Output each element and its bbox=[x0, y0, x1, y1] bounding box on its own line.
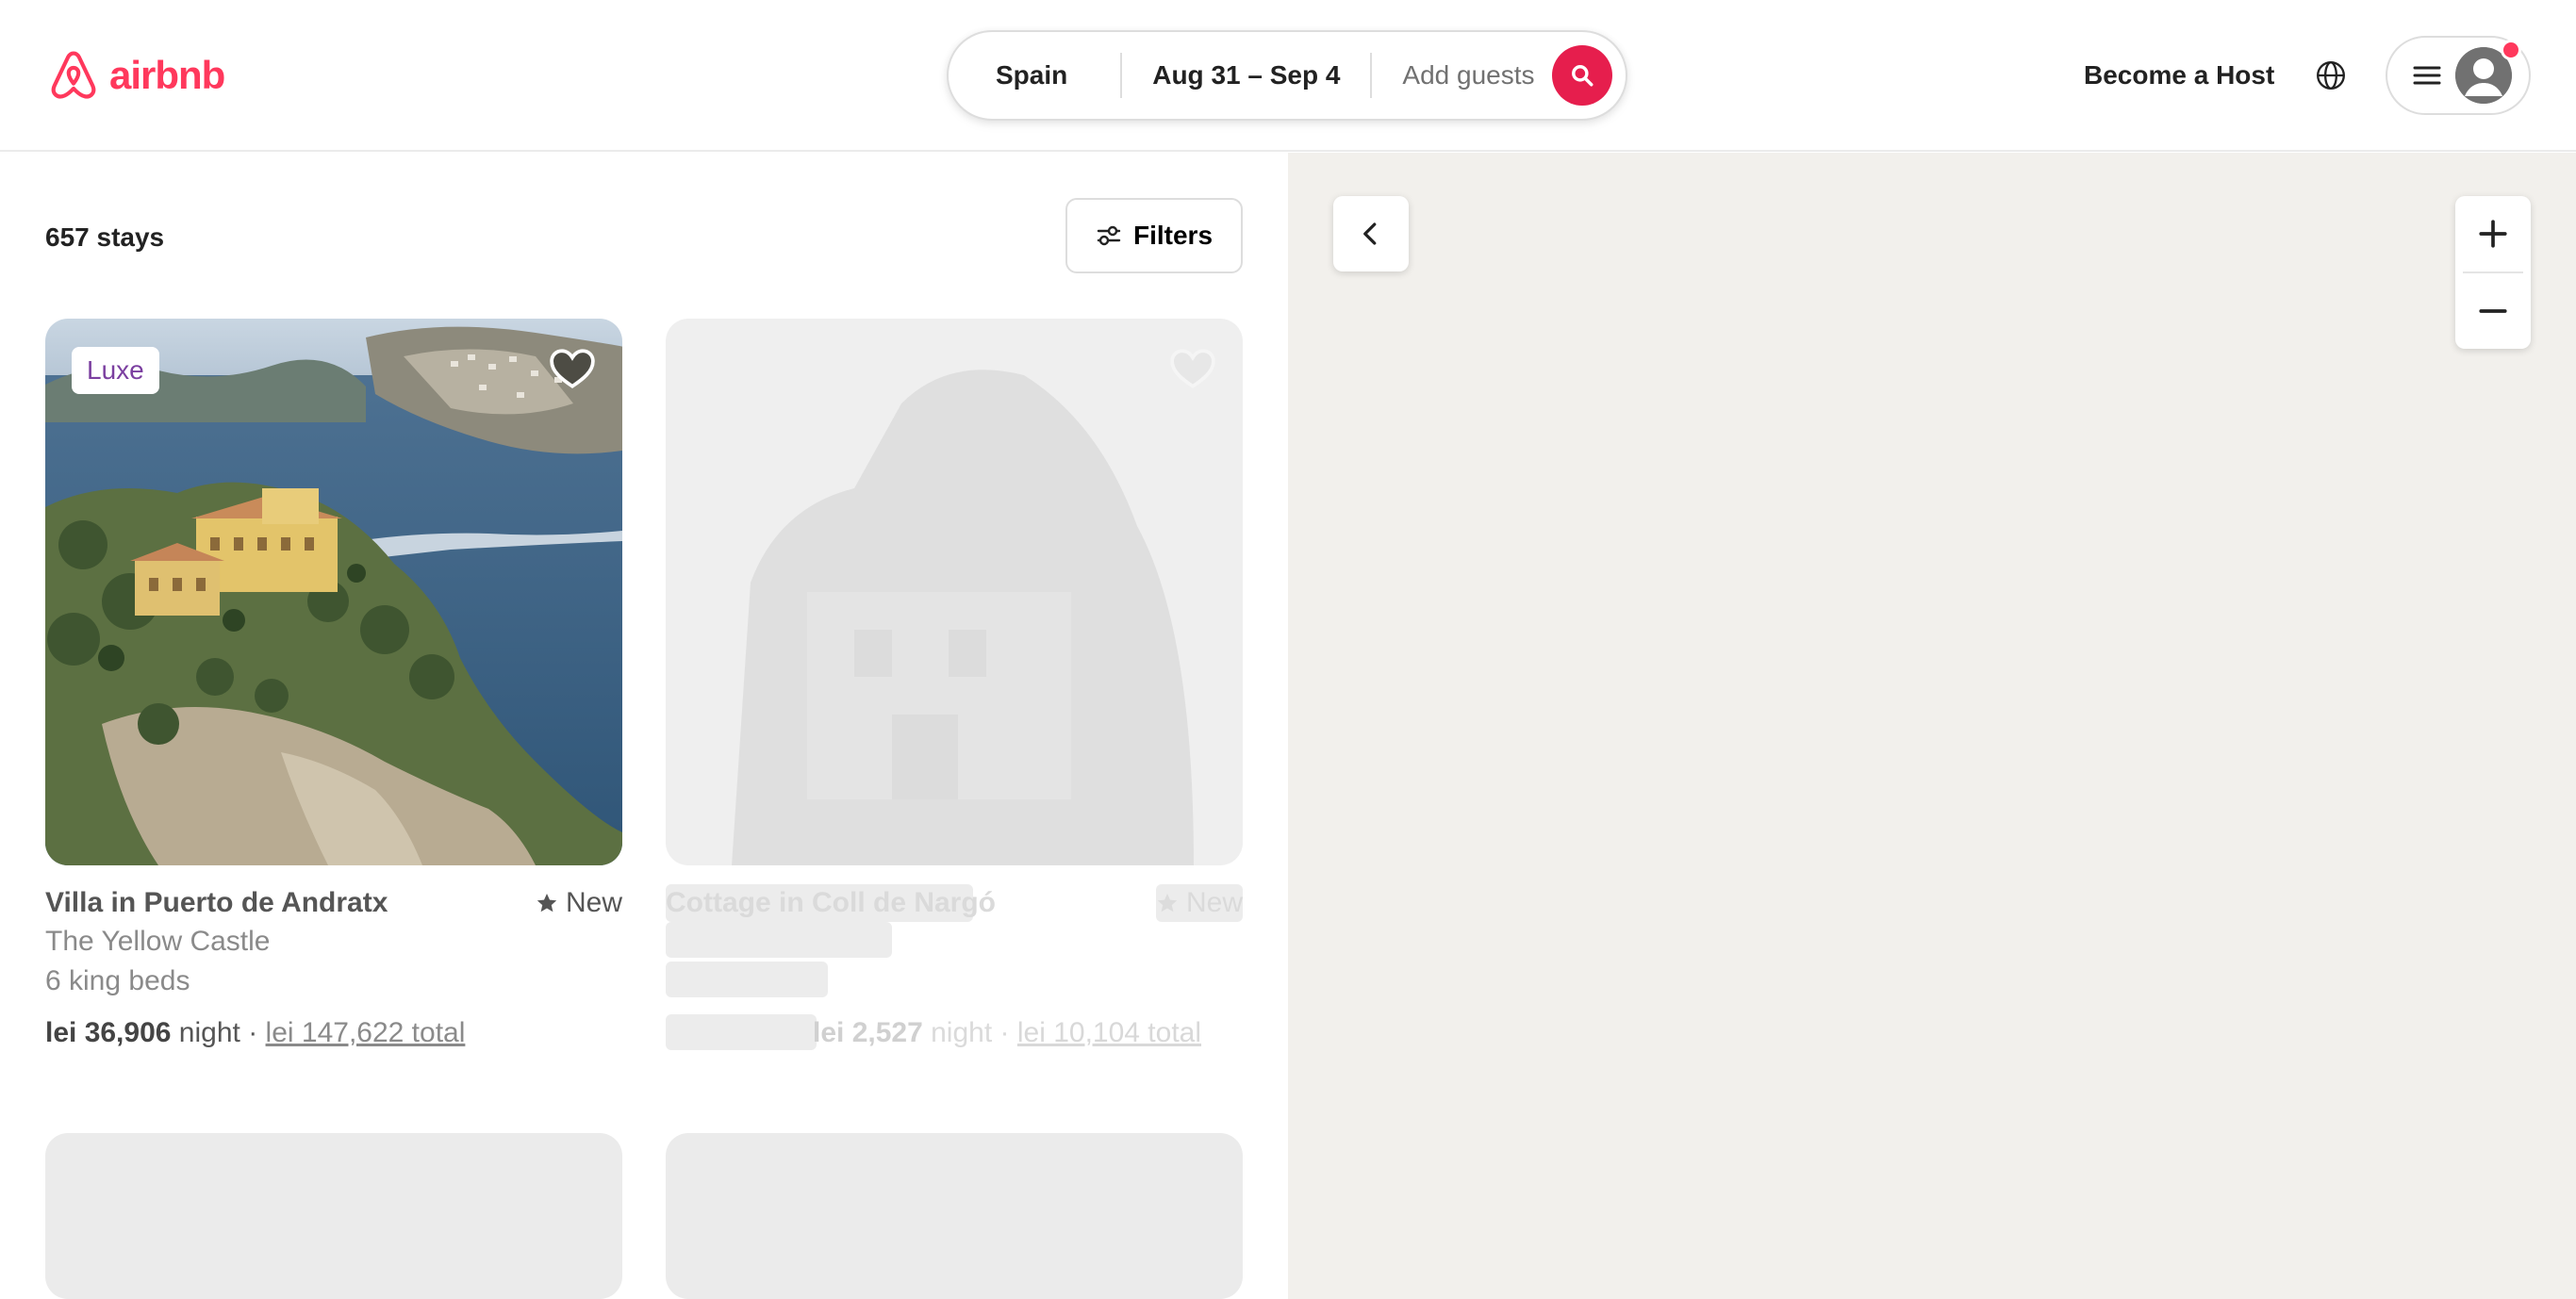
price-unit: night bbox=[931, 1017, 993, 1048]
airbnb-logo[interactable]: airbnb bbox=[45, 45, 225, 106]
star-icon bbox=[1157, 894, 1178, 913]
filters-button[interactable]: Filters bbox=[1065, 198, 1243, 273]
skeleton-bar bbox=[666, 922, 892, 958]
price-separator: · bbox=[999, 1017, 1010, 1048]
price-separator: · bbox=[248, 1017, 258, 1048]
listing-price: lei 2,527 bbox=[813, 1017, 923, 1048]
notification-dot bbox=[2501, 40, 2521, 60]
search-location[interactable]: Spain bbox=[949, 60, 1120, 90]
listing-price: lei 36,906 bbox=[45, 1017, 172, 1048]
listing-price-row: lei 36,906 night · lei 147,622 total bbox=[45, 1014, 622, 1052]
globe-icon bbox=[2317, 61, 2345, 90]
search-bar[interactable]: Spain Aug 31 – Sep 4 Add guests bbox=[947, 30, 1627, 121]
listing-rating: New bbox=[536, 884, 622, 922]
chevron-left-icon bbox=[1363, 222, 1377, 245]
listing-subtitle-skeleton bbox=[666, 922, 1243, 962]
listing-subtitle: The Yellow Castle bbox=[45, 926, 271, 957]
listing-photo[interactable] bbox=[666, 319, 1243, 865]
search-dates[interactable]: Aug 31 – Sep 4 bbox=[1122, 60, 1370, 90]
listing-beds-skeleton bbox=[666, 962, 1243, 1001]
language-button[interactable] bbox=[2308, 53, 2353, 98]
brand-name: airbnb bbox=[109, 53, 225, 97]
filters-label: Filters bbox=[1132, 221, 1214, 250]
listing-photo-placeholder bbox=[666, 1133, 1243, 1299]
listing-photo-placeholder bbox=[45, 1133, 622, 1299]
minus-icon bbox=[2479, 309, 2507, 313]
heart-icon[interactable] bbox=[549, 345, 596, 392]
listing-photo-image bbox=[732, 370, 1194, 865]
airbnb-belo-logo-icon bbox=[51, 51, 96, 99]
listing-card[interactable]: Luxe Villa in Puerto de Andratx New The … bbox=[45, 319, 622, 1052]
listing-photo[interactable]: Luxe bbox=[45, 319, 622, 865]
listing-price-row: lei 2,527 night · lei 10,104 total bbox=[666, 1014, 1243, 1052]
zoom-in-button[interactable] bbox=[2455, 196, 2531, 271]
map-panel[interactable] bbox=[1288, 153, 2576, 1299]
luxe-badge[interactable]: Luxe bbox=[72, 347, 159, 394]
heart-icon[interactable] bbox=[1169, 345, 1216, 392]
price-unit: night bbox=[178, 1017, 240, 1048]
top-navbar: airbnb Spain Aug 31 – Sep 4 Add guests B… bbox=[0, 0, 2576, 152]
zoom-out-button[interactable] bbox=[2455, 273, 2531, 349]
hamburger-icon bbox=[2412, 60, 2442, 90]
collapse-map-button[interactable] bbox=[1333, 196, 1409, 271]
listing-header-row: Cottage in Coll de Nargó New bbox=[666, 884, 1243, 922]
skeleton-bar bbox=[666, 962, 828, 997]
rating-label: New bbox=[1185, 887, 1243, 918]
search-icon bbox=[1572, 65, 1593, 87]
listing-beds: 6 king beds bbox=[45, 965, 190, 996]
search-guests[interactable]: Add guests bbox=[1372, 60, 1552, 90]
listing-total-price[interactable]: lei 147,622 total bbox=[266, 1017, 466, 1048]
listing-header-row: Villa in Puerto de Andratx New bbox=[45, 884, 622, 922]
listing-photo-image bbox=[45, 319, 622, 865]
zoom-controls bbox=[2455, 196, 2531, 349]
listing-total-price[interactable]: lei 10,104 total bbox=[1017, 1017, 1201, 1048]
results-count: 657 stays bbox=[45, 222, 165, 252]
star-icon bbox=[537, 894, 557, 913]
search-button[interactable] bbox=[1552, 45, 1612, 106]
plus-icon bbox=[2479, 220, 2507, 248]
rating-label: New bbox=[565, 887, 622, 918]
listing-title: Cottage in Coll de Nargó bbox=[666, 887, 997, 918]
sliders-icon bbox=[1097, 225, 1121, 246]
become-a-host-link[interactable]: Become a Host bbox=[2067, 53, 2291, 98]
listing-card[interactable]: Cottage in Coll de Nargó New lei 2,527 n… bbox=[666, 319, 1243, 1052]
listing-rating: New bbox=[1156, 884, 1243, 922]
listing-title: Villa in Puerto de Andratx bbox=[45, 887, 388, 918]
